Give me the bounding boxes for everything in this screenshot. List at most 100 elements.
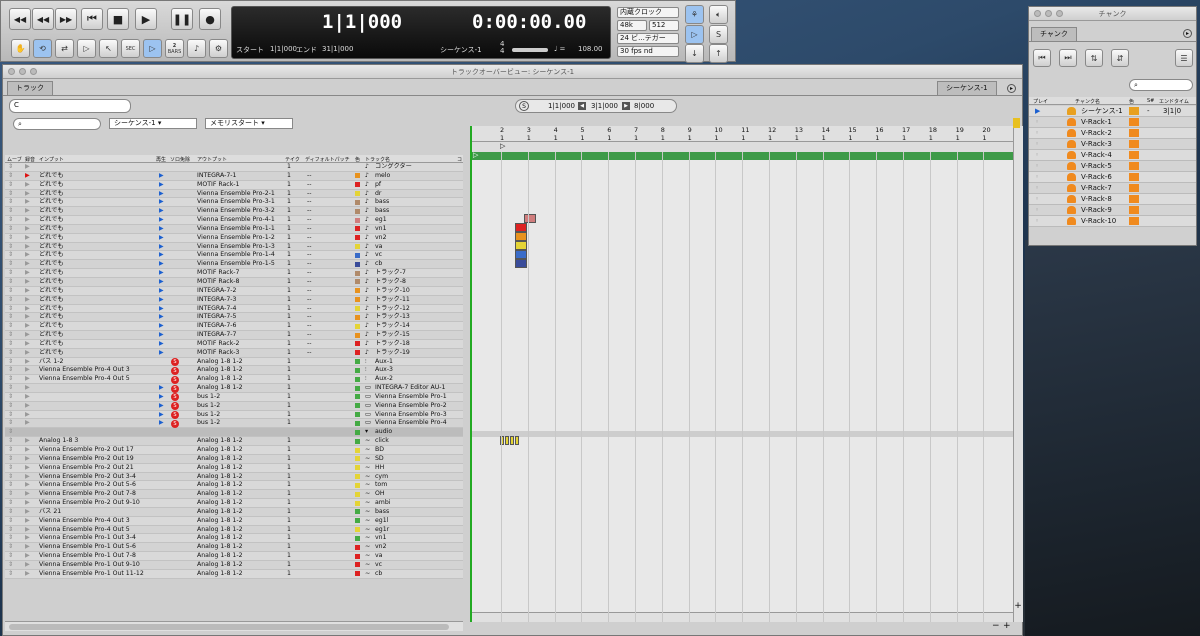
track-output[interactable]: Analog 1-8 1-2 xyxy=(197,358,243,366)
track-color[interactable] xyxy=(355,474,360,480)
locator-mid[interactable]: 3|1|000 xyxy=(591,100,618,112)
track-name[interactable]: Vienna Ensemble Pro-1 xyxy=(375,393,447,401)
track-color[interactable] xyxy=(355,509,360,515)
midi-chunk[interactable] xyxy=(515,250,527,259)
move-handle-icon[interactable]: ⇕ xyxy=(8,278,13,286)
timeline-area[interactable]: 2 1 3 1 4 1 5 1 6 1 7 1 8 1 9 1 10 1 11 1 12 1 13 1 14 1 15 1 16 1 17 1… xyxy=(470,126,1015,622)
move-handle-icon[interactable]: ⇕ xyxy=(8,349,13,357)
chunk-play-dot-icon[interactable]: ◦ xyxy=(1035,139,1039,149)
bit-depth-select[interactable]: 24 ビ...テガー xyxy=(617,33,679,44)
move-handle-icon[interactable]: ⇕ xyxy=(8,190,13,198)
track-take[interactable]: 1 xyxy=(287,490,291,498)
track-input[interactable]: どれでも xyxy=(39,198,64,206)
track-row[interactable]: ⇕ ▶ Vienna Ensemble Pro-4 Out 3 S Analog 1-8… xyxy=(5,366,463,376)
play-button[interactable]: ▶ xyxy=(135,8,157,30)
record-flag-icon[interactable]: ▶ xyxy=(25,375,30,383)
track-take[interactable]: 1 xyxy=(287,517,291,525)
move-handle-icon[interactable]: ⇕ xyxy=(8,269,13,277)
move-handle-icon[interactable]: ⇕ xyxy=(8,207,13,215)
track-input[interactable]: Vienna Ensemble Pro-2 Out 7-8 xyxy=(39,490,136,498)
audio-clip[interactable] xyxy=(510,436,514,445)
track-output[interactable]: Analog 1-8 1-2 xyxy=(197,375,243,383)
chunk-name[interactable]: V-Rack-8 xyxy=(1081,194,1112,204)
track-name[interactable]: Aux-3 xyxy=(375,366,393,374)
track-name[interactable]: vc xyxy=(375,561,382,569)
track-name[interactable]: INTEGRA-7 Editor AU-1 xyxy=(375,384,445,392)
overdub-icon[interactable]: ↖ xyxy=(99,39,118,58)
record-flag-icon[interactable]: ▶ xyxy=(25,358,30,366)
track-take[interactable]: 1 xyxy=(287,322,291,330)
solo-safe-icon[interactable]: S xyxy=(171,366,179,375)
move-handle-icon[interactable]: ⇕ xyxy=(8,437,13,445)
record-flag-icon[interactable]: ▶ xyxy=(25,181,30,189)
play-enable-icon[interactable]: ▶ xyxy=(159,260,164,268)
zoom-in-h-icon[interactable]: + xyxy=(1003,622,1013,632)
track-patch[interactable]: -- xyxy=(307,331,311,339)
play-enable-icon[interactable]: ▶ xyxy=(159,296,164,304)
track-row[interactable]: ⇕ ▶ Vienna Ensemble Pro-2 Out 17 Analog 1-8… xyxy=(5,446,463,455)
track-color[interactable] xyxy=(355,252,360,258)
track-patch[interactable]: -- xyxy=(307,313,311,321)
track-color[interactable] xyxy=(355,385,360,391)
track-color[interactable] xyxy=(355,182,360,188)
move-handle-icon[interactable]: ⇕ xyxy=(8,305,13,313)
track-row[interactable]: ⇕ ▶ どれでも ▶ MOTIF Rack-3 1 -- ♪ トラック-19 xyxy=(5,348,463,358)
track-name[interactable]: OH xyxy=(375,490,385,498)
record-flag-icon[interactable]: ▶ xyxy=(25,473,30,481)
chunk-name[interactable]: V-Rack-9 xyxy=(1081,205,1112,215)
pitch-down-icon[interactable]: ↓ xyxy=(685,44,704,63)
track-color[interactable] xyxy=(355,261,360,267)
s-button[interactable]: S xyxy=(519,101,529,111)
track-row[interactable]: ⇕ ▶ どれでも ▶ Vienna Ensemble Pro-2-1 1 -- ♪ dr xyxy=(5,189,463,199)
move-handle-icon[interactable]: ⇕ xyxy=(8,225,13,233)
track-take[interactable]: 1 xyxy=(287,499,291,507)
track-input[interactable]: Vienna Ensemble Pro-4 Out 3 xyxy=(39,517,130,525)
auto-stop-icon[interactable]: ▷ xyxy=(77,39,96,58)
go-to-start-button[interactable]: ⏮ xyxy=(81,8,103,30)
record-flag-icon[interactable]: ▶ xyxy=(25,243,30,251)
zoom-out-h-icon[interactable]: − xyxy=(992,622,1002,632)
chunk-row[interactable]: ▶ シーケンス-1 - 3|1|0 xyxy=(1029,106,1196,117)
midi-chunk[interactable] xyxy=(515,259,527,268)
track-name[interactable]: cb xyxy=(375,260,382,268)
track-row[interactable]: ⇕ ▶ ▶ Sbus 1-2 1 ▭ Vienna Ensemble Pro-3 xyxy=(5,410,463,420)
track-row[interactable]: ⇕ ▶ どれでも ▶ Vienna Ensemble Pro-1-3 1 -- ♪ va xyxy=(5,242,463,252)
track-input[interactable]: どれでも xyxy=(39,234,64,242)
start-value[interactable]: 1|1|000 xyxy=(270,45,297,53)
track-name[interactable]: Aux-2 xyxy=(375,375,393,383)
track-patch[interactable]: -- xyxy=(307,251,311,259)
track-color[interactable] xyxy=(355,350,360,356)
move-handle-icon[interactable]: ⇕ xyxy=(8,490,13,498)
track-input[interactable]: Vienna Ensemble Pro-2 Out 21 xyxy=(39,464,134,472)
chunk-row[interactable]: ◦ V-Rack-10 xyxy=(1029,216,1196,227)
play-enable-icon[interactable]: ▶ xyxy=(159,419,164,427)
track-input[interactable]: バス 21 xyxy=(39,508,61,516)
play-enable-icon[interactable]: ▶ xyxy=(159,313,164,321)
track-color[interactable] xyxy=(355,226,360,232)
chunk-order-icon[interactable]: ⇵ xyxy=(1111,49,1129,67)
play-enable-icon[interactable]: ▶ xyxy=(159,181,164,189)
track-name[interactable]: bass xyxy=(375,207,389,215)
midi-chunk[interactable] xyxy=(515,223,527,232)
track-color[interactable] xyxy=(355,544,360,550)
track-color[interactable] xyxy=(355,244,360,250)
track-name[interactable]: トラック-13 xyxy=(375,313,410,321)
track-take[interactable]: 1 xyxy=(287,296,291,304)
record-flag-icon[interactable]: ▶ xyxy=(25,508,30,516)
track-name[interactable]: Vienna Ensemble Pro-3 xyxy=(375,411,447,419)
record-flag-icon[interactable]: ▶ xyxy=(25,517,30,525)
move-handle-icon[interactable]: ⇕ xyxy=(8,251,13,259)
chunk-play-dot-icon[interactable]: ◦ xyxy=(1035,150,1039,160)
track-name[interactable]: Aux-1 xyxy=(375,358,393,366)
track-name[interactable]: トラック-8 xyxy=(375,278,406,286)
track-name[interactable]: トラック-18 xyxy=(375,340,410,348)
chunk-row[interactable]: ◦ V-Rack-5 xyxy=(1029,161,1196,172)
track-input[interactable]: Vienna Ensemble Pro-1 Out 9-10 xyxy=(39,561,140,569)
track-name[interactable]: pf xyxy=(375,181,381,189)
track-take[interactable]: 1 xyxy=(287,190,291,198)
track-output[interactable]: Vienna Ensemble Pro-1-5 xyxy=(197,260,275,268)
track-row[interactable]: ⇕ ▶ Vienna Ensemble Pro-2 Out 5-6 Analog 1-… xyxy=(5,481,463,491)
track-name[interactable]: eg1l xyxy=(375,517,388,525)
track-color[interactable] xyxy=(355,235,360,241)
track-output[interactable]: Analog 1-8 1-2 xyxy=(197,508,243,516)
